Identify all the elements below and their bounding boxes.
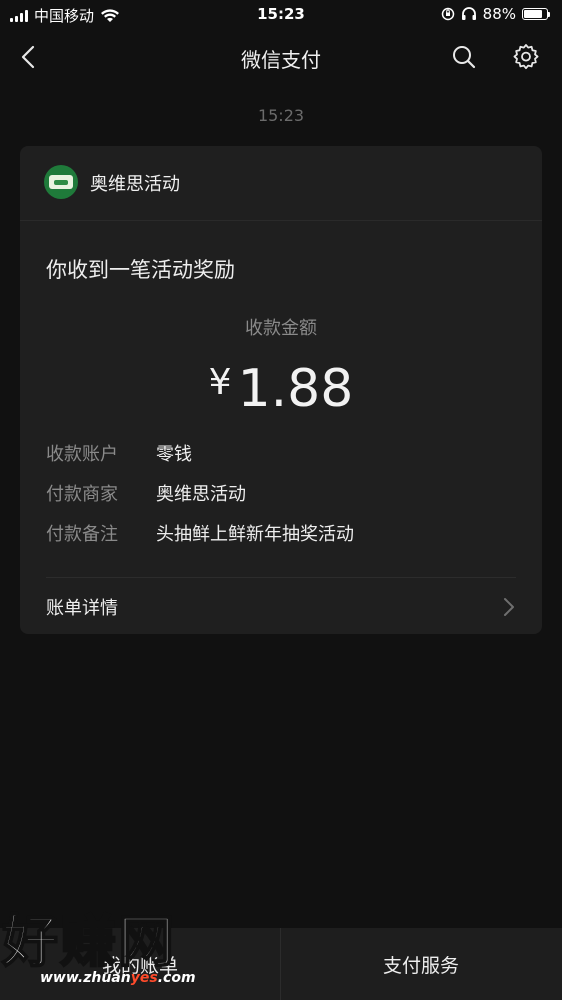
my-bills-tab[interactable]: 我的账单 bbox=[0, 928, 280, 1000]
message-timestamp: 15:23 bbox=[257, 106, 305, 125]
detail-row-merchant: 付款商家 奥维思活动 bbox=[46, 480, 516, 510]
merchant-name: 奥维思活动 bbox=[90, 174, 180, 195]
status-right: 88% bbox=[441, 5, 550, 23]
chevron-right-icon bbox=[504, 598, 514, 616]
detail-row-account: 收款账户 零钱 bbox=[46, 440, 516, 470]
detail-key: 付款商家 bbox=[46, 484, 118, 505]
payment-notification-card[interactable]: 奥维思活动 你收到一笔活动奖励 收款金额 ¥1.88 收款账户 零钱 付款商家 … bbox=[20, 146, 542, 634]
bottom-bar: 我的账单 支付服务 bbox=[0, 928, 562, 1000]
amount: ¥1.88 bbox=[20, 348, 542, 424]
pay-services-tab[interactable]: 支付服务 bbox=[281, 928, 561, 1000]
detail-key: 收款账户 bbox=[46, 444, 118, 465]
bill-detail-link[interactable]: 账单详情 bbox=[20, 578, 542, 634]
detail-key: 付款备注 bbox=[46, 524, 118, 545]
amount-value: 1.88 bbox=[237, 359, 354, 419]
nav-bar: 微信支付 bbox=[0, 30, 562, 84]
detail-value: 零钱 bbox=[156, 444, 192, 465]
headphones-icon bbox=[461, 7, 476, 20]
battery-icon bbox=[522, 8, 550, 20]
gear-icon[interactable] bbox=[512, 43, 540, 71]
currency-symbol: ¥ bbox=[208, 362, 232, 403]
card-heading: 你收到一笔活动奖励 bbox=[46, 258, 235, 282]
detail-value: 头抽鲜上鲜新年抽奖活动 bbox=[156, 524, 354, 545]
battery-percent: 88% bbox=[482, 5, 516, 23]
card-header[interactable]: 奥维思活动 bbox=[20, 146, 542, 221]
wechat-pay-screen: 中国移动 15:23 88% 微信支付 15:23 奥维思活动 你收到一笔活动奖… bbox=[0, 0, 562, 1000]
detail-row-remark: 付款备注 头抽鲜上鲜新年抽奖活动 bbox=[46, 520, 516, 550]
detail-value: 奥维思活动 bbox=[156, 484, 246, 505]
amount-label: 收款金额 bbox=[245, 318, 317, 339]
search-icon[interactable] bbox=[450, 43, 478, 71]
merchant-logo bbox=[44, 165, 78, 199]
orientation-lock-icon bbox=[441, 7, 454, 21]
status-bar: 中国移动 15:23 88% bbox=[0, 0, 562, 30]
bill-detail-label: 账单详情 bbox=[46, 598, 118, 619]
